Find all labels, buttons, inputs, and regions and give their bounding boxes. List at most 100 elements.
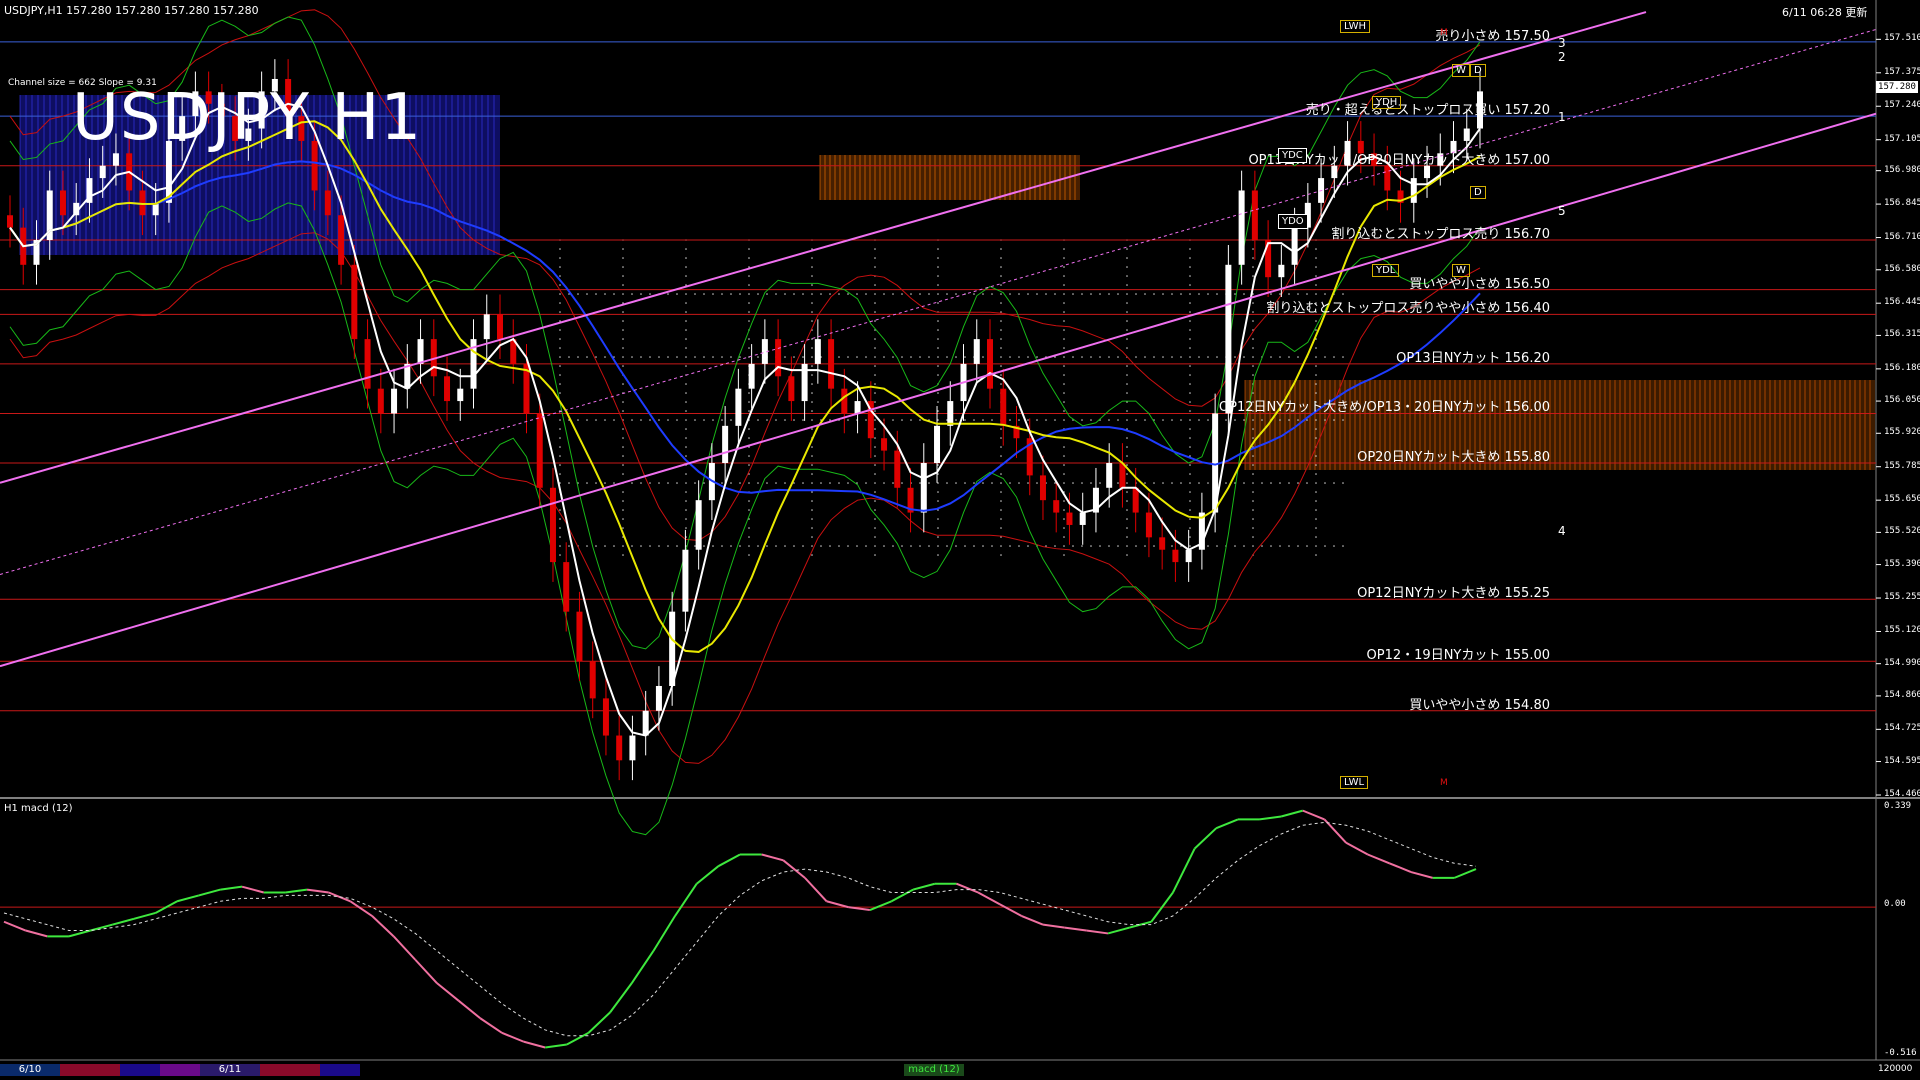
cloud-dot <box>730 293 732 295</box>
candle-body <box>1185 549 1192 563</box>
ydc-box: YDC <box>1278 148 1307 163</box>
cloud-dot <box>1315 473 1317 475</box>
cloud-dot <box>1126 482 1128 484</box>
cloud-dot <box>559 302 561 304</box>
cloud-dot <box>784 482 786 484</box>
cloud-dot <box>649 545 651 547</box>
cloud-dot <box>1288 293 1290 295</box>
level-label-11: 買いやや小さめ 154.80 <box>1409 697 1550 713</box>
d-box: D <box>1470 64 1486 77</box>
cloud-dot <box>1000 482 1002 484</box>
cloud-dot <box>1144 545 1146 547</box>
cloud-dot <box>622 401 624 403</box>
cloud-dot <box>1000 311 1002 313</box>
cloud-dot <box>1189 446 1191 448</box>
cloud-dot <box>937 329 939 331</box>
cloud-dot <box>919 356 921 358</box>
cloud-dot <box>1063 365 1065 367</box>
price-tick-19: 154.990 <box>1884 657 1920 668</box>
cloud-dot <box>1261 482 1263 484</box>
cloud-dot <box>1000 320 1002 322</box>
cloud-dot <box>1189 257 1191 259</box>
cloud-dot <box>1117 293 1119 295</box>
cloud-dot <box>1081 356 1083 358</box>
cloud-dot <box>1000 338 1002 340</box>
cloud-dot <box>793 545 795 547</box>
cloud-dot <box>559 464 561 466</box>
cloud-dot <box>1018 356 1020 358</box>
cloud-dot <box>685 392 687 394</box>
cloud-dot <box>622 473 624 475</box>
cloud-dot <box>874 464 876 466</box>
cloud-dot <box>667 293 669 295</box>
cloud-dot <box>1126 329 1128 331</box>
cloud-dot <box>982 545 984 547</box>
cloud-dot <box>604 482 606 484</box>
cloud-dot <box>658 482 660 484</box>
cloud-dot <box>1270 356 1272 358</box>
cloud-dot <box>1144 419 1146 421</box>
macd-toggle[interactable]: macd (12) <box>904 1064 964 1076</box>
cloud-dot <box>1189 500 1191 502</box>
level-label-3: 割り込むとストップロス売り 156.70 <box>1331 227 1550 243</box>
m-tag: M <box>1440 28 1448 38</box>
cloud-dot <box>892 482 894 484</box>
cloud-dot <box>631 356 633 358</box>
cloud-dot <box>685 437 687 439</box>
cloud-dot <box>622 266 624 268</box>
cloud-dot <box>613 293 615 295</box>
cloud-dot <box>955 356 957 358</box>
cloud-dot <box>1315 374 1317 376</box>
cloud-dot <box>811 455 813 457</box>
cloud-dot <box>874 356 876 358</box>
cloud-dot <box>622 464 624 466</box>
cloud-dot <box>1189 509 1191 511</box>
cloud-dot <box>1099 545 1101 547</box>
cloud-dot <box>1252 311 1254 313</box>
cloud-dot <box>1018 293 1020 295</box>
cloud-dot <box>1063 536 1065 538</box>
cloud-dot <box>1117 356 1119 358</box>
cloud-dot <box>1063 266 1065 268</box>
cloud-dot <box>1297 293 1299 295</box>
cloud-dot <box>874 455 876 457</box>
cloud-dot <box>937 518 939 520</box>
cloud-dot <box>613 545 615 547</box>
cloud-dot <box>1315 509 1317 511</box>
candle-body <box>536 413 543 488</box>
cloud-dot <box>748 293 750 295</box>
cloud-dot <box>1315 284 1317 286</box>
cloud-dot <box>703 545 705 547</box>
cloud-dot <box>1162 356 1164 358</box>
cloud-dot <box>1171 482 1173 484</box>
cloud-dot <box>1315 428 1317 430</box>
cloud-dot <box>1270 545 1272 547</box>
cloud-dot <box>811 428 813 430</box>
price-tick-23: 154.460 <box>1884 789 1920 799</box>
cloud-dot <box>586 356 588 358</box>
cloud-dot <box>685 347 687 349</box>
cloud-dot <box>1117 419 1119 421</box>
cloud-dot <box>811 392 813 394</box>
cloud-dot <box>955 482 957 484</box>
cloud-dot <box>1189 410 1191 412</box>
wave-label-3: 3 <box>1558 36 1566 50</box>
cloud-dot <box>1252 347 1254 349</box>
cloud-dot <box>667 482 669 484</box>
cloud-dot <box>1000 437 1002 439</box>
level-label-10: OP12・19日NYカット 155.00 <box>1366 648 1550 664</box>
cloud-dot <box>1108 545 1110 547</box>
cloud-dot <box>1189 266 1191 268</box>
cloud-dot <box>901 356 903 358</box>
price-chart[interactable] <box>0 0 1920 1080</box>
cloud-dot <box>910 545 912 547</box>
w-box: W <box>1452 64 1470 77</box>
candle-body <box>1079 512 1086 525</box>
cloud-dot <box>1018 545 1020 547</box>
cloud-dot <box>1126 410 1128 412</box>
cloud-dot <box>1081 482 1083 484</box>
cloud-dot <box>874 257 876 259</box>
cloud-dot <box>685 338 687 340</box>
cloud-dot <box>1252 374 1254 376</box>
candle-body <box>616 735 623 761</box>
